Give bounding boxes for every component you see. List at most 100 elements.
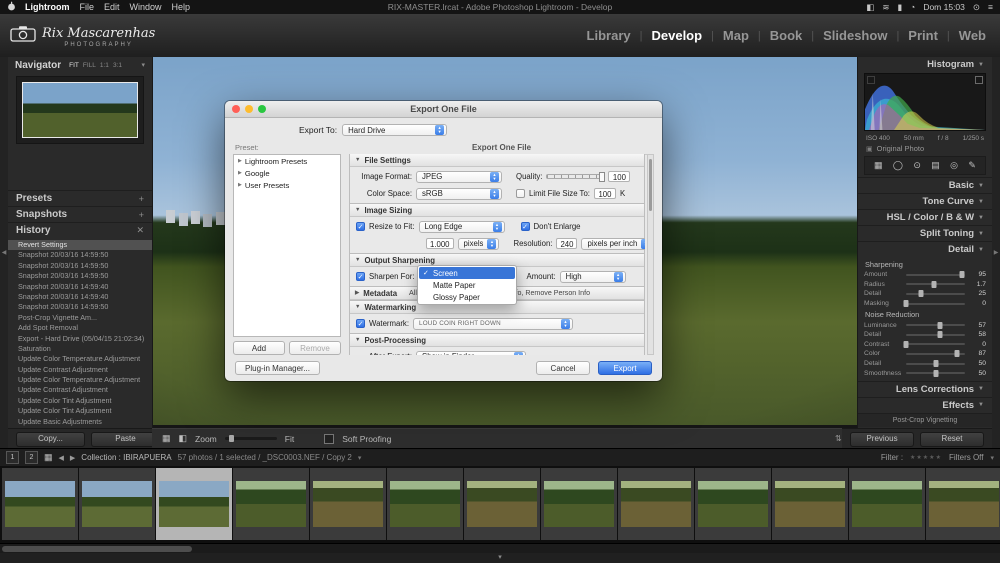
reset-button[interactable]: Reset: [920, 431, 984, 447]
export-button[interactable]: Export: [598, 360, 652, 375]
navigator-zoom-1-1[interactable]: 1:1: [100, 62, 109, 69]
filmstrip-thumbnail[interactable]: [233, 468, 309, 540]
size-value[interactable]: 1.000: [426, 238, 454, 249]
menu-option[interactable]: ✓ Screen: [419, 267, 515, 279]
disclosure-triangle-icon[interactable]: ▶: [238, 182, 242, 188]
menu-help[interactable]: Help: [172, 2, 191, 12]
shadow-clipping-icon[interactable]: [867, 76, 875, 84]
history-item[interactable]: Update Basic Adjustments: [8, 417, 152, 427]
graduated-filter-tool-icon[interactable]: ▤: [931, 160, 940, 171]
filmstrip-thumbnail[interactable]: [926, 468, 1000, 540]
watermark-checkbox[interactable]: [356, 319, 365, 328]
image-format-select[interactable]: JPEG ▲ ▼: [416, 170, 502, 183]
menu-file[interactable]: File: [80, 2, 95, 12]
slider-thumb[interactable]: [959, 271, 965, 279]
dont-enlarge-checkbox[interactable]: [520, 222, 530, 231]
add-preset-icon[interactable]: +: [139, 194, 144, 204]
amount-select[interactable]: High ▲ ▼: [559, 270, 626, 283]
resolution-value[interactable]: 240: [556, 238, 578, 249]
add-preset-button[interactable]: Add: [233, 341, 285, 355]
file-settings-header[interactable]: ▼ File Settings: [350, 154, 644, 167]
module-slideshow[interactable]: Slideshow: [823, 28, 887, 43]
compare-view-icon[interactable]: ◧: [179, 433, 188, 444]
fit-label[interactable]: Fit: [285, 434, 294, 444]
panel-header-tone-curve[interactable]: Tone Curve ▼: [858, 193, 992, 209]
history-item[interactable]: Update Color Temperature Adjustment: [8, 375, 152, 385]
history-item[interactable]: Snapshot 20/03/16 14:59:50: [8, 261, 152, 271]
primary-monitor-button[interactable]: 1: [6, 451, 19, 464]
navigator-preview[interactable]: [22, 82, 138, 138]
previous-button[interactable]: Previous: [850, 431, 914, 447]
grid-icon[interactable]: ▦: [44, 452, 53, 463]
history-item[interactable]: Snapshot 20/03/16 14:59:50: [8, 271, 152, 281]
panel-snapshots[interactable]: Snapshots +: [8, 206, 152, 222]
slider-track[interactable]: [903, 340, 965, 348]
slider-thumb[interactable]: [933, 369, 938, 377]
preset-item[interactable]: ▶ Google: [234, 167, 340, 179]
filmstrip-thumbnail[interactable]: [2, 468, 78, 540]
zoom-slider-thumb[interactable]: [228, 435, 234, 442]
menu-lightroom[interactable]: Lightroom: [25, 2, 70, 12]
panel-presets[interactable]: Presets +: [8, 190, 152, 206]
slider-track[interactable]: [903, 300, 965, 308]
module-library[interactable]: Library: [587, 28, 631, 43]
filmstrip-thumbnail[interactable]: [695, 468, 771, 540]
navigator-zoom-fill[interactable]: FILL: [83, 62, 96, 69]
panel-header-hsl-color-b-w[interactable]: HSL / Color / B & W ▼: [858, 209, 992, 225]
module-book[interactable]: Book: [770, 28, 803, 43]
highlight-clipping-icon[interactable]: [975, 76, 983, 84]
export-to-select[interactable]: Hard Drive ▲ ▼: [342, 124, 448, 136]
menu-option[interactable]: Glossy Paper: [419, 291, 515, 303]
slider-thumb[interactable]: [918, 290, 924, 298]
history-item[interactable]: Snapshot 20/03/16 14:59:40: [8, 282, 152, 292]
panel-header-split-toning[interactable]: Split Toning ▼: [858, 225, 992, 241]
quality-value[interactable]: 100: [608, 171, 631, 182]
apple-menu-icon[interactable]: [7, 1, 16, 13]
maximize-window-icon[interactable]: [258, 105, 266, 113]
limit-file-size-value[interactable]: 100: [593, 188, 616, 199]
menubar-clock[interactable]: Dom 15:03: [923, 0, 965, 14]
remove-preset-button[interactable]: Remove: [289, 341, 341, 355]
history-item[interactable]: Revert Settings: [8, 240, 152, 251]
panel-history[interactable]: History ✕: [8, 222, 152, 238]
menu-window[interactable]: Window: [130, 2, 162, 12]
slider-track[interactable]: [906, 331, 965, 339]
cancel-button[interactable]: Cancel: [536, 360, 590, 375]
chevron-down-icon[interactable]: ▾: [141, 61, 145, 69]
watermark-select[interactable]: LOUD COIN RIGHT DOWN ▲ ▼: [413, 317, 573, 330]
history-item[interactable]: Snapshot 20/03/16 14:59:50: [8, 302, 152, 312]
navigator-header[interactable]: Navigator FIT FILL 1:1 3:1 ▾: [8, 57, 152, 73]
resize-to-fit-checkbox[interactable]: [356, 222, 365, 231]
copy-button[interactable]: Copy...: [16, 431, 85, 447]
preset-item[interactable]: ▶ Lightroom Presets: [234, 155, 340, 167]
history-item[interactable]: Update Contrast Adjustment: [8, 365, 152, 375]
radial-filter-tool-icon[interactable]: ◎: [950, 160, 958, 171]
history-item[interactable]: Add Spot Removal: [8, 323, 152, 333]
volume-icon[interactable]: ◔: [910, 0, 915, 14]
slider-thumb[interactable]: [937, 321, 943, 329]
module-develop[interactable]: Develop: [651, 28, 702, 43]
module-web[interactable]: Web: [959, 28, 986, 43]
chevron-down-icon[interactable]: ▾: [358, 454, 362, 462]
clear-history-icon[interactable]: ✕: [136, 225, 144, 236]
filmstrip-thumbnail[interactable]: [618, 468, 694, 540]
history-item[interactable]: Update Color Tint Adjustment: [8, 396, 152, 406]
slider-track[interactable]: [906, 290, 965, 298]
panel-header-basic[interactable]: Basic ▼: [858, 177, 992, 193]
slider-thumb[interactable]: [933, 360, 938, 368]
preset-item[interactable]: ▶ User Presets: [234, 179, 340, 191]
filmstrip-scrollbar-thumb[interactable]: [2, 546, 192, 552]
red-eye-tool-icon[interactable]: ⊙: [913, 160, 921, 171]
menu-edit[interactable]: Edit: [104, 2, 120, 12]
sharpen-for-checkbox[interactable]: [356, 272, 365, 281]
original-photo-row[interactable]: ▣ Original Photo: [858, 143, 992, 154]
hide-filmstrip-arrow[interactable]: ▾: [0, 553, 1000, 563]
right-panel-collapse-arrow[interactable]: ▶: [991, 57, 1000, 448]
slider-thumb[interactable]: [937, 331, 943, 339]
resize-to-fit-select[interactable]: Long Edge ▲ ▼: [418, 220, 505, 233]
filmstrip-thumbnail[interactable]: [849, 468, 925, 540]
image-sizing-header[interactable]: ▼ Image Sizing: [350, 204, 644, 217]
add-snapshot-icon[interactable]: +: [139, 210, 144, 220]
filmstrip-thumbnail[interactable]: [79, 468, 155, 540]
grid-view-icon[interactable]: ▦: [162, 433, 171, 444]
